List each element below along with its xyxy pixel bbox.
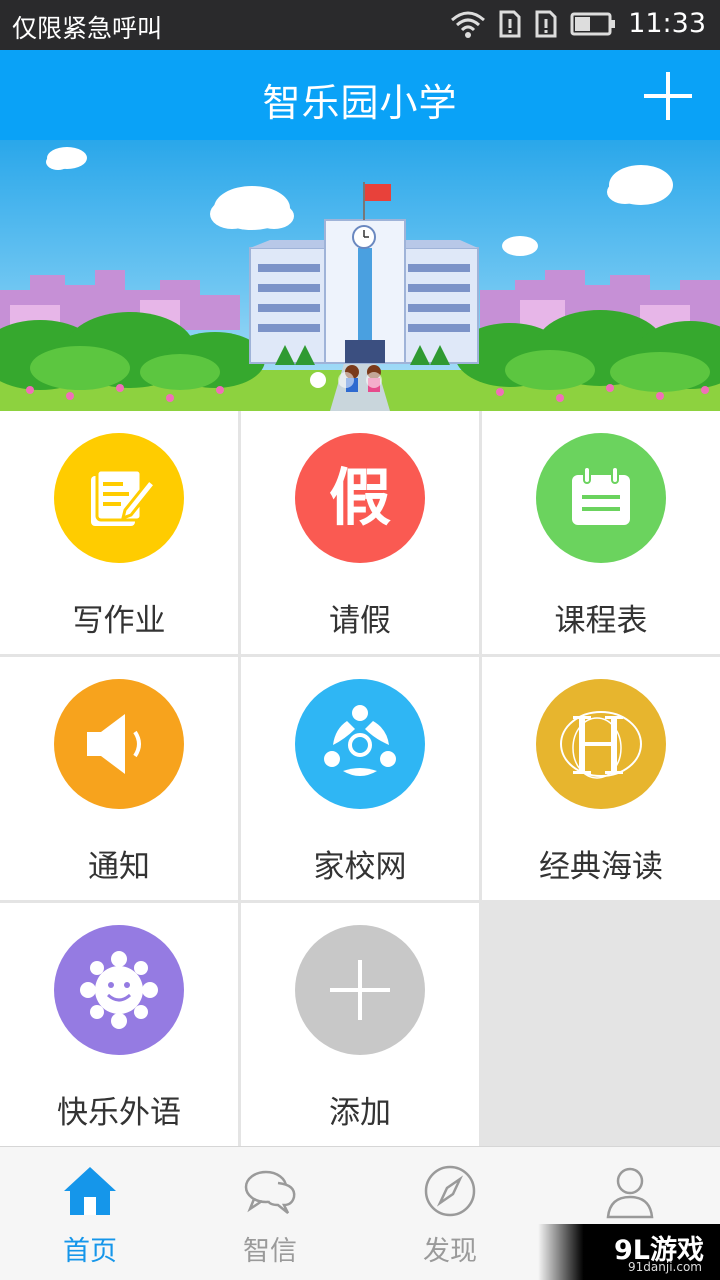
sim-alert-icon: [499, 10, 521, 37]
battery-icon: [570, 12, 616, 35]
banner-dot: [366, 372, 382, 388]
school-illustration: [0, 147, 720, 411]
leave-request-tile[interactable]: 假 请假: [241, 411, 479, 654]
plus-icon[interactable]: [642, 70, 694, 122]
banner-dot-active: [310, 372, 326, 388]
sun-face-icon: [54, 925, 184, 1055]
banner-dot: [338, 372, 354, 388]
status-bar: 仅限紧急呼叫 11:33: [0, 0, 720, 50]
banner-page-indicator: [310, 372, 382, 388]
homework-icon: [54, 433, 184, 563]
tile-label: 家校网: [313, 849, 407, 885]
tab-discover[interactable]: 发现: [360, 1147, 540, 1280]
tile-label: 快乐外语: [57, 1095, 181, 1131]
compass-icon: [424, 1165, 476, 1217]
profile-icon: [606, 1167, 654, 1219]
sim-alert-icon: [535, 10, 557, 37]
tile-label: 经典海读: [539, 849, 663, 885]
calendar-icon: [536, 433, 666, 563]
home-icon: [64, 1167, 116, 1215]
status-icons: 11:33: [450, 8, 706, 39]
page-title: 智乐园小学: [262, 81, 458, 125]
homework-tile[interactable]: 写作业: [0, 411, 238, 654]
plus-icon: [295, 925, 425, 1055]
tab-messages[interactable]: 智信: [180, 1147, 360, 1280]
add-tile[interactable]: 添加: [241, 903, 479, 1146]
feature-grid: 写作业 假 请假 课程表 通知 家校网 经典海读 快乐外语 添加: [0, 411, 720, 1146]
tab-label: 发现: [423, 1236, 477, 1267]
tile-label: 课程表: [554, 603, 648, 639]
clock: 11:33: [628, 8, 706, 39]
network-icon: [295, 679, 425, 809]
notice-tile[interactable]: 通知: [0, 657, 238, 900]
tab-label: 首页: [63, 1236, 117, 1267]
chat-icon: [244, 1170, 296, 1214]
leave-icon: 假: [295, 433, 425, 563]
leave-glyph: 假: [328, 461, 391, 534]
school-banner[interactable]: [0, 140, 720, 411]
tile-label: 写作业: [72, 603, 166, 639]
carrier-text: 仅限紧急呼叫: [12, 14, 163, 43]
speaker-icon: [54, 679, 184, 809]
app-bar: 智乐园小学: [0, 50, 720, 140]
tab-home[interactable]: 首页: [0, 1147, 180, 1280]
classic-reading-tile[interactable]: 经典海读: [482, 657, 720, 900]
timetable-tile[interactable]: 课程表: [482, 411, 720, 654]
tab-label: 智信: [243, 1236, 297, 1267]
tile-label: 请假: [329, 603, 391, 639]
happy-english-tile[interactable]: 快乐外语: [0, 903, 238, 1146]
tile-label: 添加: [329, 1095, 391, 1131]
tile-label: 通知: [88, 849, 150, 885]
wifi-icon: [451, 11, 486, 38]
home-school-tile[interactable]: 家校网: [241, 657, 479, 900]
classic-reading-icon: [536, 679, 666, 809]
watermark-url: 91danji.com: [628, 1260, 702, 1274]
site-watermark: 9L游戏 91danji.com: [538, 1224, 720, 1280]
